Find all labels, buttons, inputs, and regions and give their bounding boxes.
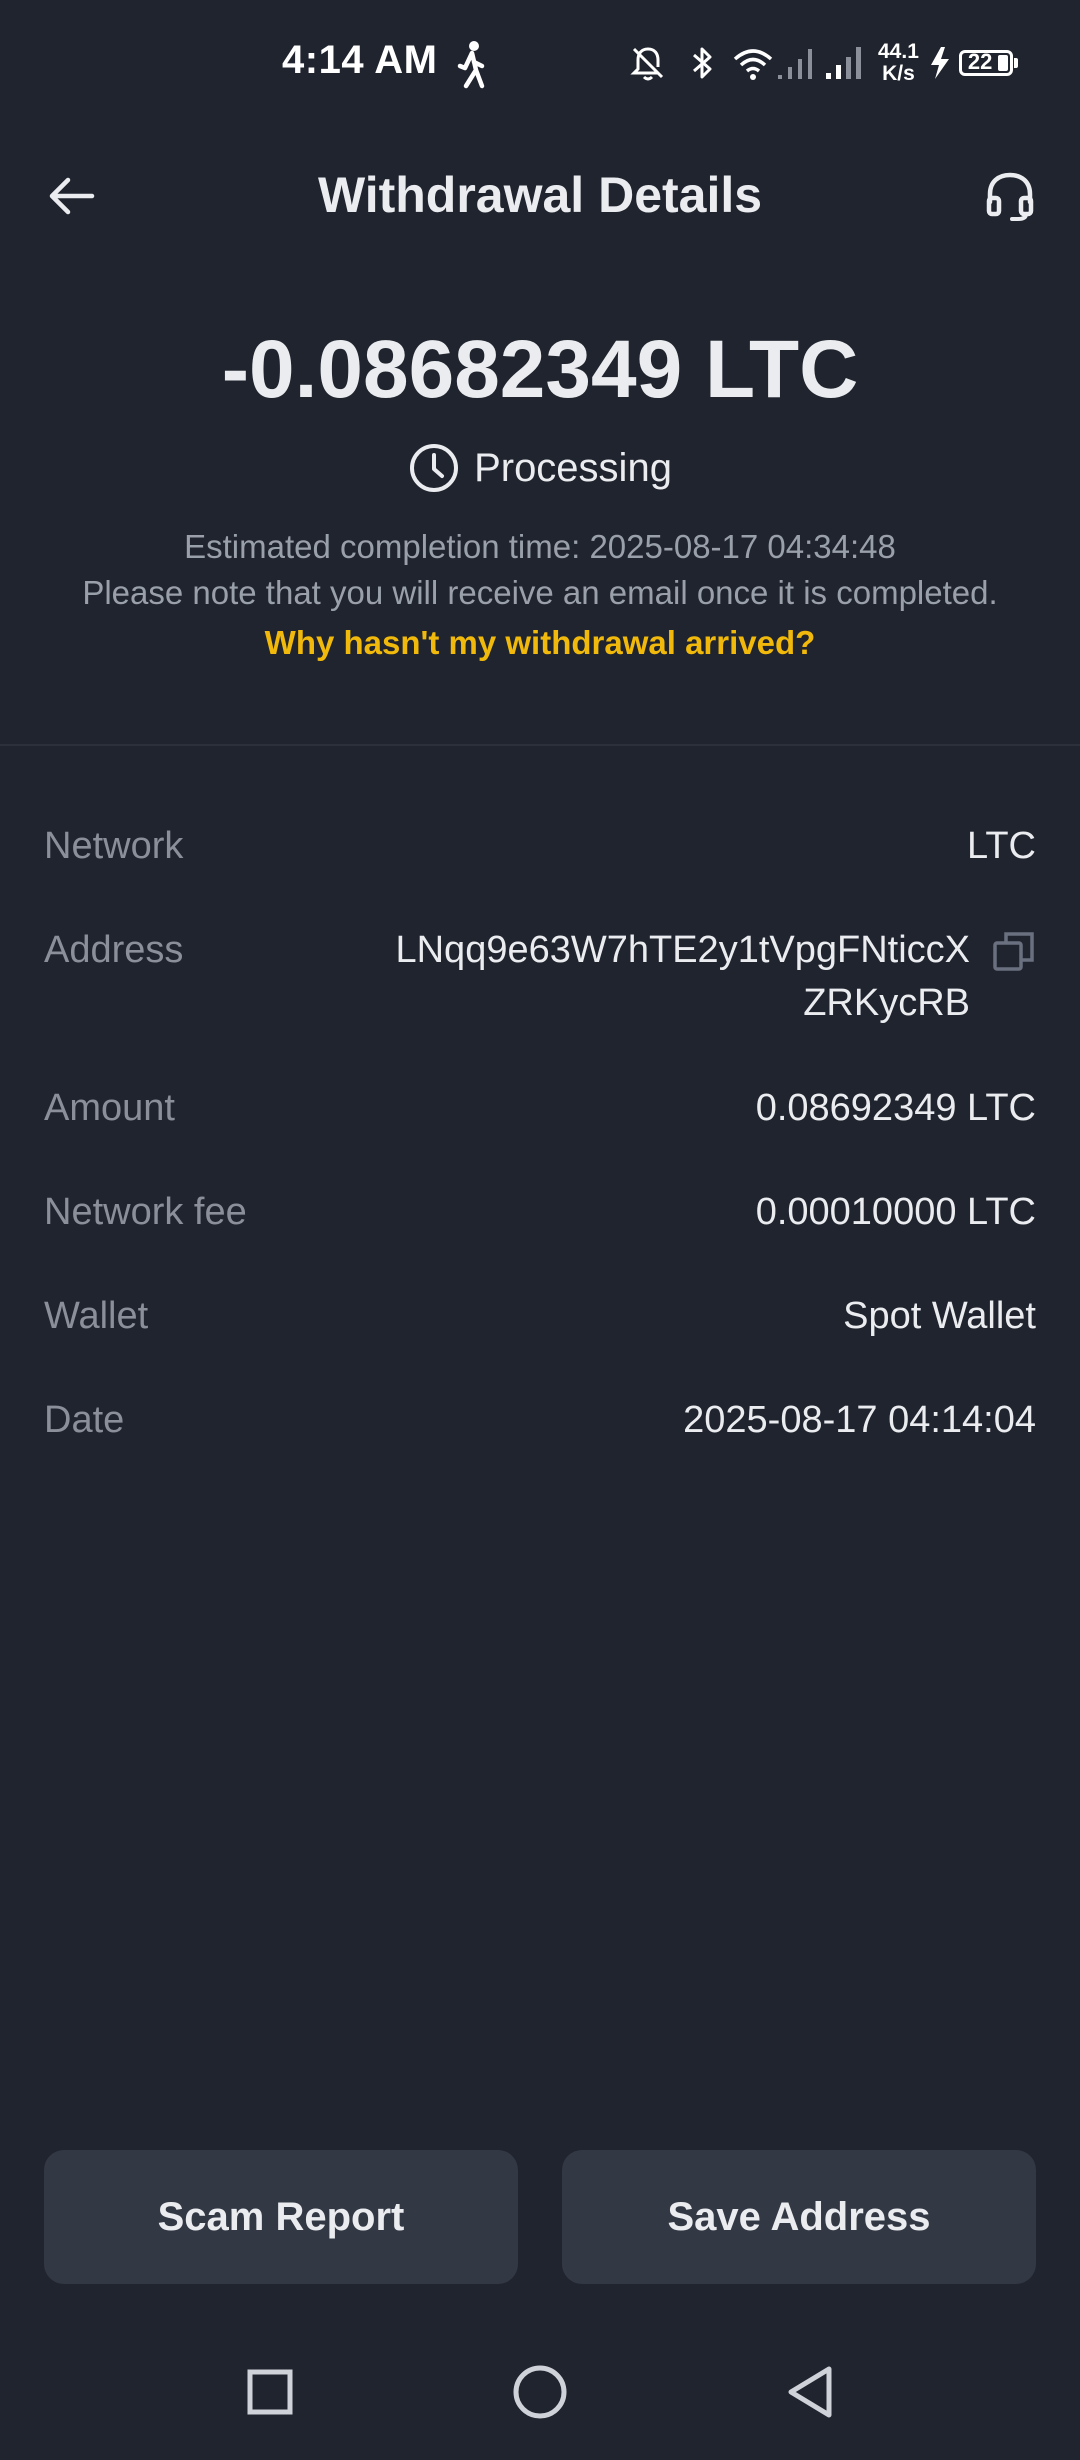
battery-level: 22 — [967, 49, 993, 74]
detail-row-wallet: Wallet Spot Wallet — [44, 1290, 1036, 1342]
email-notice: Please note that you will receive an ema… — [82, 574, 998, 611]
back-nav-button[interactable] — [780, 2362, 840, 2422]
copy-icon[interactable] — [992, 930, 1036, 974]
clock-icon — [410, 444, 459, 492]
headset-icon — [986, 172, 1034, 221]
bluetooth-icon — [693, 47, 712, 79]
detail-row-date: Date 2025-08-17 04:14:04 — [44, 1394, 1036, 1446]
scam-report-button[interactable]: Scam Report — [44, 2150, 518, 2284]
wallet-label: Wallet — [44, 1295, 149, 1337]
action-buttons: Scam Report Save Address — [44, 2150, 1036, 2284]
detail-row-fee: Network fee 0.00010000 LTC — [44, 1186, 1036, 1238]
status-bar: 4:14 AM 44.1 K/s 22 — [0, 0, 1080, 130]
page-title: Withdrawal Details — [317, 167, 763, 223]
circle-icon — [513, 2365, 567, 2419]
network-value: LTC — [967, 825, 1036, 867]
divider — [0, 744, 1080, 746]
status-row: Processing — [0, 442, 1080, 494]
withdrawal-details-screen: 4:14 AM 44.1 K/s 22 Withdrawal Details -… — [0, 0, 1080, 2460]
signal-icon-sim1 — [778, 49, 812, 79]
notifications-off-icon — [630, 47, 664, 81]
wifi-icon — [733, 49, 773, 80]
charging-icon — [930, 47, 949, 79]
detail-row-network: Network LTC — [44, 820, 1036, 872]
battery-icon: 22 — [958, 49, 1013, 76]
status-time: 4:14 AM — [282, 38, 438, 82]
recent-apps-button[interactable] — [240, 2362, 300, 2422]
header: Withdrawal Details — [0, 150, 1080, 240]
amount-value: 0.08692349 LTC — [755, 1087, 1036, 1129]
home-button[interactable] — [510, 2362, 570, 2422]
why-not-arrived-link[interactable]: Why hasn't my withdrawal arrived? — [265, 620, 816, 666]
square-icon — [247, 2369, 293, 2415]
status-icons: 44.1 K/s 22 — [628, 38, 1018, 88]
signal-icon-sim2 — [826, 47, 861, 79]
details-list: Network LTC Address LNqq9e63W7hTE2y1tVpg… — [44, 820, 1036, 1498]
date-label: Date — [44, 1399, 125, 1441]
support-button[interactable] — [978, 164, 1042, 228]
withdrawal-status: Processing — [474, 445, 672, 490]
withdrawal-amount: -0.08682349 LTC — [221, 324, 859, 415]
detail-row-amount: Amount 0.08692349 LTC — [44, 1082, 1036, 1134]
system-navigation-bar — [0, 2340, 1080, 2440]
wallet-value: Spot Wallet — [843, 1295, 1036, 1337]
network-fee-value: 0.00010000 LTC — [755, 1191, 1036, 1233]
estimated-completion-time: Estimated completion time: 2025-08-17 04… — [184, 528, 896, 565]
date-value: 2025-08-17 04:14:04 — [683, 1399, 1036, 1441]
network-label: Network — [44, 825, 184, 867]
save-address-button[interactable]: Save Address — [562, 2150, 1036, 2284]
network-speed: 44.1 K/s — [878, 41, 919, 85]
network-fee-label: Network fee — [44, 1191, 247, 1233]
network-speed-value: 44.1 — [878, 40, 919, 63]
withdrawal-summary: -0.08682349 LTC Processing Estimated com… — [0, 320, 1080, 666]
address-label: Address — [44, 929, 184, 971]
detail-row-address: Address LNqq9e63W7hTE2y1tVpgFNticcXZRKyc… — [44, 924, 1036, 1030]
amount-label: Amount — [44, 1087, 175, 1129]
triangle-back-icon — [788, 2366, 832, 2418]
network-speed-unit: K/s — [882, 62, 915, 85]
address-value: LNqq9e63W7hTE2y1tVpgFNticcXZRKycRB — [395, 929, 970, 1024]
walking-icon — [457, 41, 485, 89]
